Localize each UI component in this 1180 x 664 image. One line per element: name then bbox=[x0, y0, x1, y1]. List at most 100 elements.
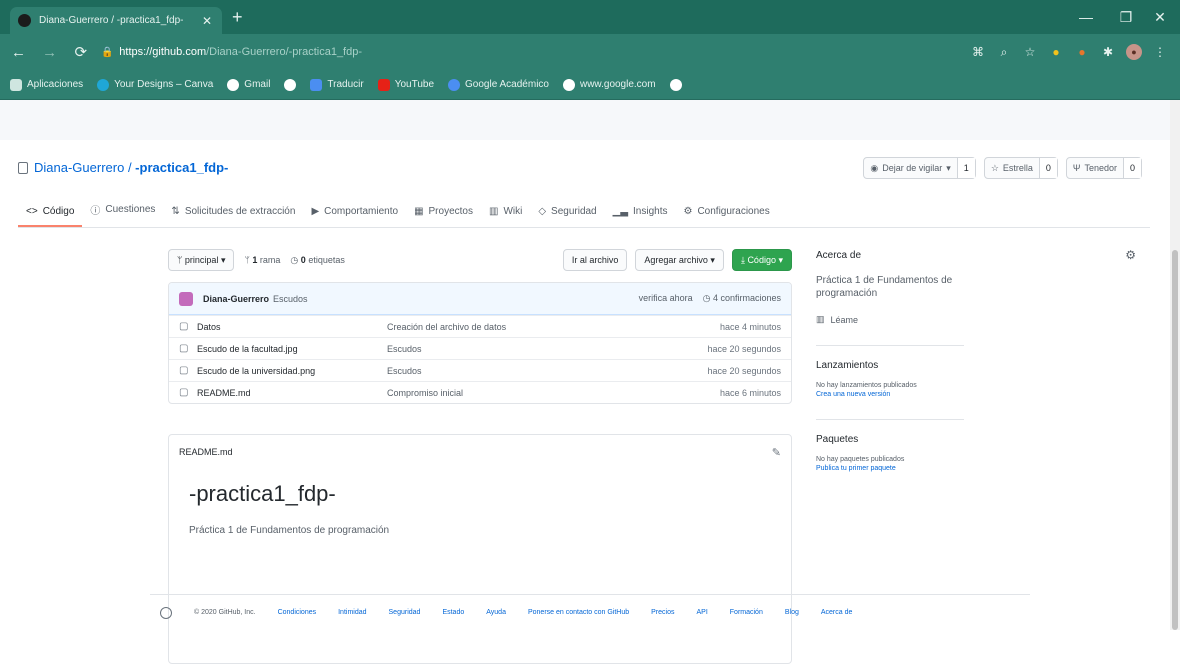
file-commit-message[interactable]: Creación del archivo de datos bbox=[387, 322, 720, 332]
copyright: © 2020 GitHub, Inc. bbox=[194, 609, 256, 616]
new-tab-icon[interactable]: + bbox=[232, 7, 243, 27]
file-commit-message[interactable]: Compromiso inicial bbox=[387, 388, 720, 398]
create-release-link[interactable]: Crea una nueva versión bbox=[816, 390, 1152, 399]
go-to-file-button[interactable]: Ir al archivo bbox=[562, 249, 628, 271]
commit-time[interactable]: verifica ahora bbox=[639, 293, 693, 304]
menu-icon[interactable]: ⋮ bbox=[1152, 44, 1168, 60]
star-bookmark-icon[interactable]: ☆ bbox=[1022, 44, 1038, 60]
readme-heading: -practica1_fdp- bbox=[189, 481, 336, 506]
minimize-icon[interactable]: — bbox=[1066, 0, 1106, 34]
bookmark-google[interactable]: www.google.com bbox=[562, 78, 656, 91]
tab-issues[interactable]: ⓘ Cuestiones bbox=[82, 202, 163, 227]
publish-package-link[interactable]: Publica tu primer paquete bbox=[816, 464, 1152, 473]
footer-link[interactable]: Blog bbox=[785, 609, 799, 616]
file-commit-message[interactable]: Escudos bbox=[387, 344, 707, 354]
tab-insights[interactable]: ▁▃ Insights bbox=[605, 206, 676, 227]
bookmark-translate[interactable]: Traducir bbox=[310, 78, 364, 91]
footer-link[interactable]: Seguridad bbox=[389, 609, 421, 616]
extension-icon[interactable]: ● bbox=[1048, 44, 1064, 60]
releases-title[interactable]: Lanzamientos bbox=[816, 360, 1152, 371]
add-file-button[interactable]: Agregar archivo ▾ bbox=[635, 249, 724, 271]
bookmark-gmail[interactable]: Gmail bbox=[227, 78, 270, 91]
file-row[interactable]: ▢ Datos Creación del archivo de datos ha… bbox=[169, 315, 791, 337]
tab-projects[interactable]: ▦ Proyectos bbox=[406, 206, 481, 227]
footer-link[interactable]: API bbox=[696, 609, 707, 616]
fork-count[interactable]: 0 bbox=[1122, 158, 1141, 178]
close-window-icon[interactable]: ✕ bbox=[1140, 0, 1180, 34]
packages-title[interactable]: Paquetes bbox=[816, 434, 1152, 445]
footer-link[interactable]: Intimidad bbox=[338, 609, 366, 616]
footer-link[interactable]: Ponerse en contacto con GitHub bbox=[528, 609, 629, 616]
tags-link[interactable]: ◷ 0 etiquetas bbox=[290, 255, 344, 266]
commits-link[interactable]: ◷ 4 confirmaciones bbox=[703, 293, 781, 304]
address-bar[interactable]: 🔒 https://github.com /Diana-Guerrero/-pr… bbox=[101, 39, 970, 65]
branches-link[interactable]: ᛘ 1 rama bbox=[244, 255, 280, 265]
footer-link[interactable]: Estado bbox=[442, 609, 464, 616]
watch-button[interactable]: ◉ Dejar de vigilar ▾ 1 bbox=[863, 157, 976, 179]
bookmark-globe[interactable] bbox=[284, 78, 297, 91]
divider bbox=[816, 419, 964, 420]
browser-tab[interactable]: Diana-Guerrero / -practica1_fdp- ✕ bbox=[10, 7, 222, 34]
puzzle-icon[interactable]: ✱ bbox=[1100, 44, 1116, 60]
file-name[interactable]: Datos bbox=[197, 322, 387, 332]
branch-selector[interactable]: ᛘ principal ▾ bbox=[168, 249, 235, 271]
scrollbar-thumb[interactable] bbox=[1172, 250, 1178, 630]
tab-code[interactable]: <> Código bbox=[18, 206, 83, 227]
file-name[interactable]: Escudo de la facultad.jpg bbox=[197, 344, 387, 354]
fork-icon: Ψ bbox=[1072, 163, 1081, 173]
globe-icon bbox=[669, 78, 682, 91]
profile-avatar[interactable]: ● bbox=[1126, 44, 1142, 60]
footer-link[interactable]: Precios bbox=[651, 609, 674, 616]
tab-actions[interactable]: ▶ Comportamiento bbox=[303, 206, 406, 227]
tab-wiki[interactable]: ▥ Wiki bbox=[481, 206, 530, 227]
file-commit-message[interactable]: Escudos bbox=[387, 366, 707, 376]
tab-pull-requests[interactable]: ⇅ Solicitudes de extracción bbox=[163, 206, 303, 227]
avatar[interactable] bbox=[179, 291, 193, 306]
code-icon: <> bbox=[26, 206, 38, 217]
file-row[interactable]: ▢ Escudo de la facultad.jpg Escudos hace… bbox=[169, 337, 791, 359]
file-row[interactable]: ▢ README.md Compromiso inicial hace 6 mi… bbox=[169, 381, 791, 403]
bookmark-canva[interactable]: Your Designs – Canva bbox=[97, 78, 213, 91]
forward-icon[interactable]: → bbox=[37, 39, 62, 65]
github-logo-icon[interactable] bbox=[160, 606, 172, 619]
close-tab-icon[interactable]: ✕ bbox=[200, 14, 214, 28]
file-name[interactable]: README.md bbox=[197, 388, 387, 398]
footer-link[interactable]: Acerca de bbox=[821, 609, 853, 616]
footer-link[interactable]: Condiciones bbox=[278, 609, 317, 616]
file-row[interactable]: ▢ Escudo de la universidad.png Escudos h… bbox=[169, 359, 791, 381]
fork-button[interactable]: Ψ Tenedor 0 bbox=[1065, 157, 1142, 179]
bookmark-apps[interactable]: Aplicaciones bbox=[10, 78, 83, 91]
bookmark-globe[interactable] bbox=[669, 78, 682, 91]
watch-count[interactable]: 1 bbox=[956, 158, 975, 178]
code-button[interactable]: ⤓ Código ▾ bbox=[731, 249, 792, 271]
repo-name-link[interactable]: -practica1_fdp- bbox=[135, 160, 228, 175]
bookmarks-bar: Aplicaciones Your Designs – Canva Gmail … bbox=[0, 70, 1180, 100]
scrollbar[interactable] bbox=[1170, 100, 1180, 630]
pencil-icon[interactable]: ✎ bbox=[772, 446, 781, 459]
commit-message[interactable]: Escudos bbox=[273, 294, 308, 304]
tab-security[interactable]: ◇ Seguridad bbox=[530, 206, 604, 227]
gear-icon[interactable]: ⚙ bbox=[1125, 248, 1136, 262]
canva-icon bbox=[97, 78, 110, 91]
repo-owner-link[interactable]: Diana-Guerrero bbox=[34, 160, 124, 175]
translate-icon[interactable]: ⌘ bbox=[970, 44, 986, 60]
bookmark-scholar[interactable]: Google Académico bbox=[448, 78, 549, 91]
readme-filename: README.md bbox=[179, 447, 233, 457]
play-icon: ▶ bbox=[311, 206, 320, 217]
readme-link[interactable]: ▥ Léame bbox=[816, 314, 1152, 325]
commit-author[interactable]: Diana-Guerrero bbox=[203, 294, 269, 304]
star-button[interactable]: ☆ Estrella 0 bbox=[983, 157, 1058, 179]
repo-description: Práctica 1 de Fundamentos de programació… bbox=[816, 275, 953, 299]
footer-link[interactable]: Ayuda bbox=[486, 609, 506, 616]
globe-icon bbox=[284, 78, 297, 91]
footer-link[interactable]: Formación bbox=[730, 609, 763, 616]
file-name[interactable]: Escudo de la universidad.png bbox=[197, 366, 387, 376]
tab-settings[interactable]: ⚙ Configuraciones bbox=[675, 206, 777, 227]
reload-icon[interactable]: ⟳ bbox=[68, 39, 93, 65]
extension-icon[interactable]: ● bbox=[1074, 44, 1090, 60]
zoom-icon[interactable]: ⌕ bbox=[996, 44, 1012, 60]
back-icon[interactable]: ← bbox=[6, 39, 31, 65]
bookmark-youtube[interactable]: YouTube bbox=[377, 78, 434, 91]
star-count[interactable]: 0 bbox=[1038, 158, 1057, 178]
github-favicon-icon bbox=[18, 14, 31, 27]
